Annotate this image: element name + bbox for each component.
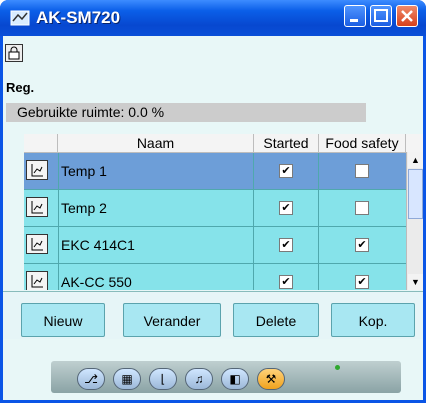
table-header: Naam Started Food safety — [24, 134, 423, 153]
scroll-down-icon[interactable]: ▼ — [408, 274, 423, 290]
row-name: Temp 2 — [61, 200, 107, 216]
started-checkbox[interactable]: ✔ — [279, 164, 293, 178]
tool-icon[interactable]: ⚒ — [257, 368, 285, 390]
food-safety-checkbox[interactable] — [355, 201, 369, 215]
grid-icon[interactable]: ▦ — [113, 368, 141, 390]
graph-icon[interactable] — [26, 271, 48, 290]
row-name: Temp 1 — [61, 163, 107, 179]
new-button[interactable]: Nieuw — [21, 303, 105, 337]
tree-icon[interactable]: ⎇ — [77, 368, 105, 390]
lock-icon — [8, 46, 20, 60]
action-bar: Nieuw Verander Delete Kop. — [3, 291, 423, 339]
started-checkbox[interactable]: ✔ — [279, 275, 293, 289]
table-row[interactable]: AK-CC 550 ✔ ✔ — [24, 264, 406, 290]
minimize-button[interactable] — [344, 5, 366, 27]
delete-button[interactable]: Delete — [233, 303, 319, 337]
copy-button[interactable]: Kop. — [331, 303, 415, 337]
food-safety-checkbox[interactable] — [355, 164, 369, 178]
app-window: AK-SM720 Reg. Gebruikte ruimte: 0.0 % Na… — [0, 0, 426, 403]
history-icon[interactable]: ◧ — [221, 368, 249, 390]
title-bar[interactable]: AK-SM720 — [0, 0, 426, 36]
maximize-icon — [374, 9, 388, 22]
window-title: AK-SM720 — [36, 8, 121, 27]
graph-icon[interactable] — [26, 197, 48, 217]
table-scrollbar[interactable]: ▲ ▼ — [406, 152, 423, 290]
status-indicator-icon — [335, 365, 340, 370]
table-row[interactable]: Temp 1 ✔ — [24, 153, 406, 190]
started-checkbox[interactable]: ✔ — [279, 238, 293, 252]
graph-icon[interactable]: ⌊ — [149, 368, 177, 390]
device-table: Naam Started Food safety Temp 1 ✔ Temp 2… — [24, 134, 423, 290]
table-row[interactable]: EKC 414C1 ✔ ✔ — [24, 227, 406, 264]
client-area: Reg. Gebruikte ruimte: 0.0 % Naam Starte… — [3, 36, 423, 400]
graph-icon[interactable] — [26, 160, 48, 180]
table-row[interactable]: Temp 2 ✔ — [24, 190, 406, 227]
row-name: AK-CC 550 — [61, 274, 132, 290]
scroll-up-icon[interactable]: ▲ — [408, 152, 423, 168]
started-checkbox[interactable]: ✔ — [279, 201, 293, 215]
column-header-naam[interactable]: Naam — [58, 134, 254, 152]
lock-button[interactable] — [5, 44, 23, 62]
food-safety-checkbox[interactable]: ✔ — [355, 238, 369, 252]
minimize-icon — [350, 19, 358, 22]
section-label: Reg. — [6, 80, 35, 95]
column-header-started[interactable]: Started — [254, 134, 319, 152]
change-button[interactable]: Verander — [123, 303, 221, 337]
graph-icon[interactable] — [26, 234, 48, 254]
maximize-button[interactable] — [370, 5, 392, 27]
column-header-food-safety[interactable]: Food safety — [319, 134, 406, 152]
app-icon — [10, 10, 30, 26]
food-safety-checkbox[interactable]: ✔ — [355, 275, 369, 289]
bell-icon[interactable]: ♫ — [185, 368, 213, 390]
column-header-icon — [24, 134, 58, 152]
row-name: EKC 414C1 — [61, 237, 135, 253]
scroll-thumb[interactable] — [408, 169, 423, 219]
close-button[interactable] — [396, 5, 418, 27]
close-icon — [401, 10, 413, 22]
nav-bar: ⎇ ▦ ⌊ ♫ ◧ ⚒ — [51, 361, 401, 393]
usage-bar: Gebruikte ruimte: 0.0 % — [6, 103, 366, 122]
